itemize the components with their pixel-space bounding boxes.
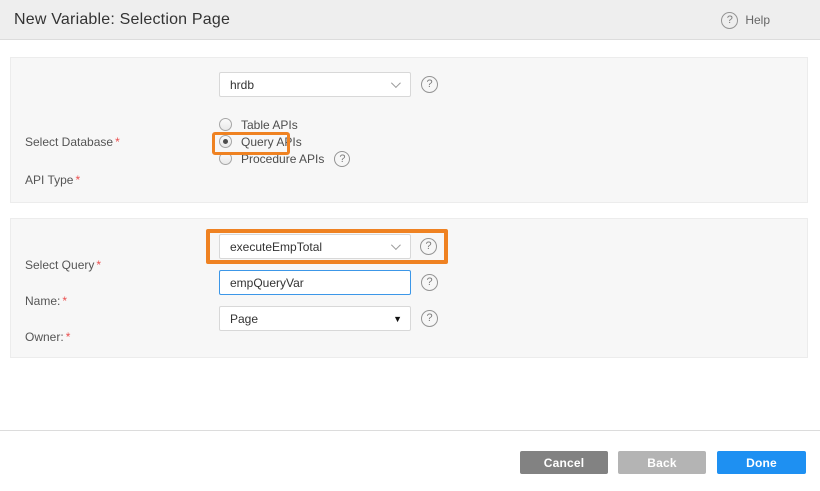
api-type-radio-group: Table APIs Query APIs Procedure APIs ? [219,116,350,167]
required-asterisk: * [75,173,80,187]
help-icon[interactable]: ? [334,151,350,167]
radio-table-apis[interactable]: Table APIs [219,116,350,133]
radio-label: Query APIs [241,135,302,149]
database-section: Select Database* hrdb ? API Type* Table … [10,57,808,203]
back-button[interactable]: Back [618,451,706,474]
name-label: Name:* [25,294,67,308]
select-database-value: hrdb [230,78,391,92]
required-asterisk: * [96,258,101,272]
done-button[interactable]: Done [717,451,806,474]
help-label: Help [745,13,770,27]
radio-unchecked-icon [219,152,232,165]
radio-checked-icon [219,135,232,148]
required-asterisk: * [62,294,67,308]
select-database-label: Select Database* [25,135,120,149]
radio-procedure-apis[interactable]: Procedure APIs ? [219,150,350,167]
help-icon[interactable]: ? [421,310,438,327]
select-database-dropdown[interactable]: hrdb [219,72,411,97]
name-input[interactable] [219,270,411,295]
new-variable-dialog: New Variable: Selection Page ? Help Sele… [0,0,820,491]
cancel-button[interactable]: Cancel [520,451,608,474]
owner-value: Page [230,312,393,326]
radio-label: Table APIs [241,118,298,132]
dialog-footer: Cancel Back Done [0,430,820,491]
owner-select[interactable]: Page ▼ [219,306,411,331]
page-title: New Variable: Selection Page [0,11,230,29]
owner-label: Owner:* [25,330,70,344]
help-icon[interactable]: ? [421,76,438,93]
required-asterisk: * [66,330,71,344]
chevron-down-icon [391,78,401,88]
help-icon: ? [721,12,738,29]
help-icon[interactable]: ? [421,274,438,291]
radio-label: Procedure APIs [241,152,324,166]
select-query-dropdown[interactable]: executeEmpTotal [219,234,411,259]
radio-unchecked-icon [219,118,232,131]
select-query-label: Select Query* [25,258,101,272]
radio-query-apis[interactable]: Query APIs [219,133,350,150]
select-query-value: executeEmpTotal [230,240,391,254]
help-icon[interactable]: ? [420,238,437,255]
query-section: Select Query* executeEmpTotal ? Name:* ?… [10,218,808,358]
required-asterisk: * [115,135,120,149]
chevron-down-icon [391,240,401,250]
dialog-header: New Variable: Selection Page ? Help [0,0,820,40]
api-type-label: API Type* [25,173,80,187]
select-caret-icon: ▼ [393,314,402,324]
help-link[interactable]: ? Help [721,0,770,40]
